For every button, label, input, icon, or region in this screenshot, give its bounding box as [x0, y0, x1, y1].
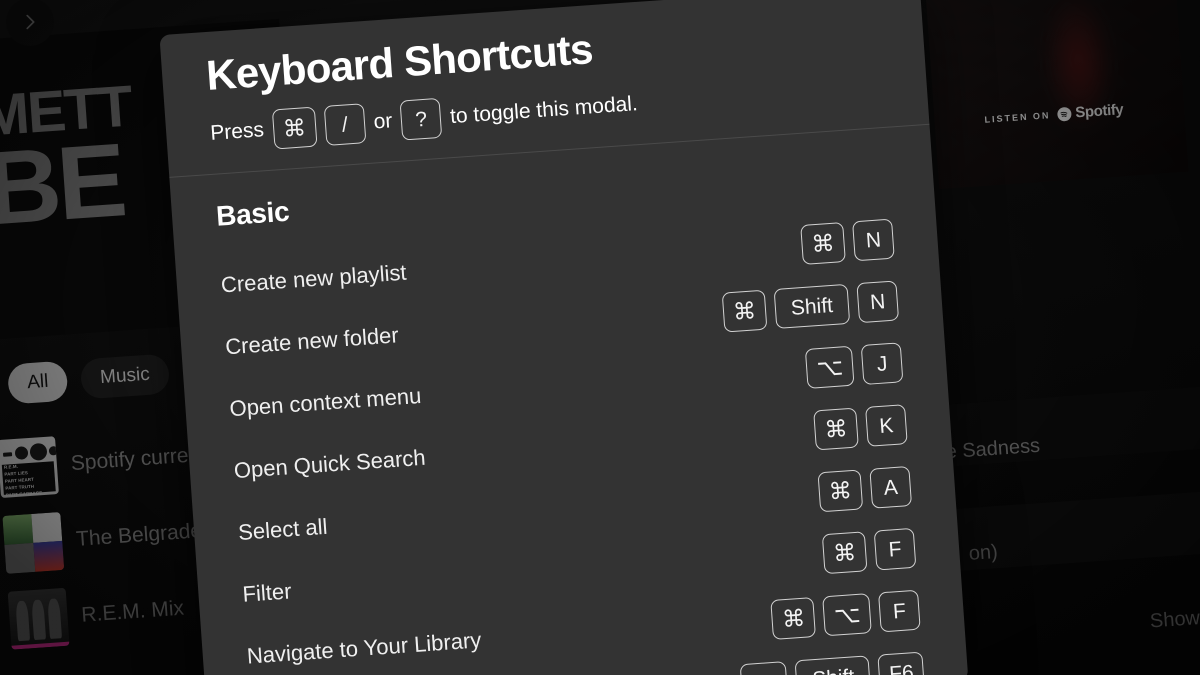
- hint-suffix: to toggle this modal.: [449, 92, 639, 129]
- key-badge-a: A: [869, 466, 913, 509]
- filter-pill-label: All: [26, 370, 50, 394]
- shortcut-keys: ⌥ Shift F6: [739, 651, 926, 675]
- shortcut-label: Create new folder: [224, 322, 400, 360]
- shortcut-keys: ⌘ ⌥ F: [770, 589, 921, 640]
- filter-pill-label: Music: [99, 363, 151, 389]
- modal-body: Basic Create new playlist ⌘ N Create new…: [169, 125, 968, 675]
- band-photo-graphic: [15, 598, 63, 642]
- background-text: Show: [1149, 606, 1200, 633]
- shortcut-label: Open context menu: [228, 383, 423, 422]
- key-badge-command: ⌘: [813, 407, 859, 451]
- key-badge-n: N: [852, 218, 895, 262]
- list-item-title: The Belgrade: [75, 519, 203, 551]
- background-text: e Sadness: [944, 434, 1041, 464]
- key-badge-f: F: [873, 527, 917, 571]
- turntable-graphic: [2, 442, 59, 463]
- shortcut-label: Navigate to Your Library: [246, 627, 483, 669]
- key-badge-option: ⌥: [739, 661, 789, 675]
- filter-pill-music[interactable]: Music: [79, 353, 171, 400]
- key-badge-shift: Shift: [773, 283, 851, 330]
- key-badge-j: J: [860, 342, 904, 386]
- album-art: [7, 587, 70, 650]
- shortcut-label: Filter: [241, 578, 293, 607]
- key-badge-command: ⌘: [821, 531, 868, 575]
- key-badge-f6: F6: [877, 651, 926, 675]
- shortcut-keys: ⌘ Shift N: [721, 280, 900, 333]
- hint-prefix: Press: [209, 118, 265, 146]
- list-item-title: Spotify current: [70, 442, 207, 476]
- hint-or: or: [372, 109, 394, 134]
- key-badge-n: N: [856, 280, 900, 324]
- spotify-wordmark: Spotify: [1074, 101, 1124, 122]
- hero-text: METT BE: [0, 74, 139, 248]
- key-badge-command: ⌘: [817, 469, 864, 513]
- screen: METT BE All Music Pod: [0, 0, 1200, 675]
- key-badge-command: ⌘: [800, 222, 846, 266]
- key-badge-k: K: [865, 404, 908, 447]
- chevron-right-icon: [26, 14, 35, 30]
- background-text: on): [968, 540, 999, 565]
- listen-on-label: LISTEN ON: [984, 109, 1051, 125]
- list-item-title: R.E.M. Mix: [80, 596, 185, 627]
- key-badge-command[interactable]: ⌘: [271, 106, 318, 150]
- album-art-text: R.E.M. PART LIES PART HEART PART TRUTH P…: [1, 461, 56, 498]
- key-badge-f: F: [878, 589, 921, 633]
- shortcut-label: Open Quick Search: [233, 444, 427, 484]
- key-badge-command: ⌘: [770, 597, 817, 640]
- key-badge-shift: Shift: [795, 655, 872, 675]
- shortcut-keys: ⌥ J: [805, 342, 904, 389]
- album-art: R.E.M. PART LIES PART HEART PART TRUTH P…: [0, 436, 59, 499]
- shortcut-keys: ⌘ F: [821, 527, 917, 575]
- shortcut-keys: ⌘ A: [817, 466, 913, 513]
- key-badge-option: ⌥: [822, 593, 872, 637]
- key-badge-option: ⌥: [805, 345, 855, 389]
- nav-forward-button[interactable]: [6, 0, 54, 46]
- keyboard-shortcuts-modal: Keyboard Shortcuts Press ⌘ / or ? to tog…: [159, 0, 969, 675]
- spotify-icon: [1056, 106, 1072, 122]
- shortcut-label: Select all: [237, 513, 329, 546]
- album-art: [2, 511, 65, 574]
- key-badge-command: ⌘: [721, 289, 768, 333]
- hero-line-2: BE: [0, 122, 127, 248]
- key-badge-question[interactable]: ?: [399, 97, 443, 141]
- filter-pill-all[interactable]: All: [6, 360, 69, 405]
- promo-card: LISTEN ON Spotify: [924, 0, 1189, 190]
- shortcut-keys: ⌘ N: [800, 218, 895, 266]
- key-badge-slash[interactable]: /: [323, 103, 367, 146]
- shortcut-keys: ⌘ K: [813, 404, 908, 451]
- shortcut-label: Create new playlist: [220, 259, 408, 298]
